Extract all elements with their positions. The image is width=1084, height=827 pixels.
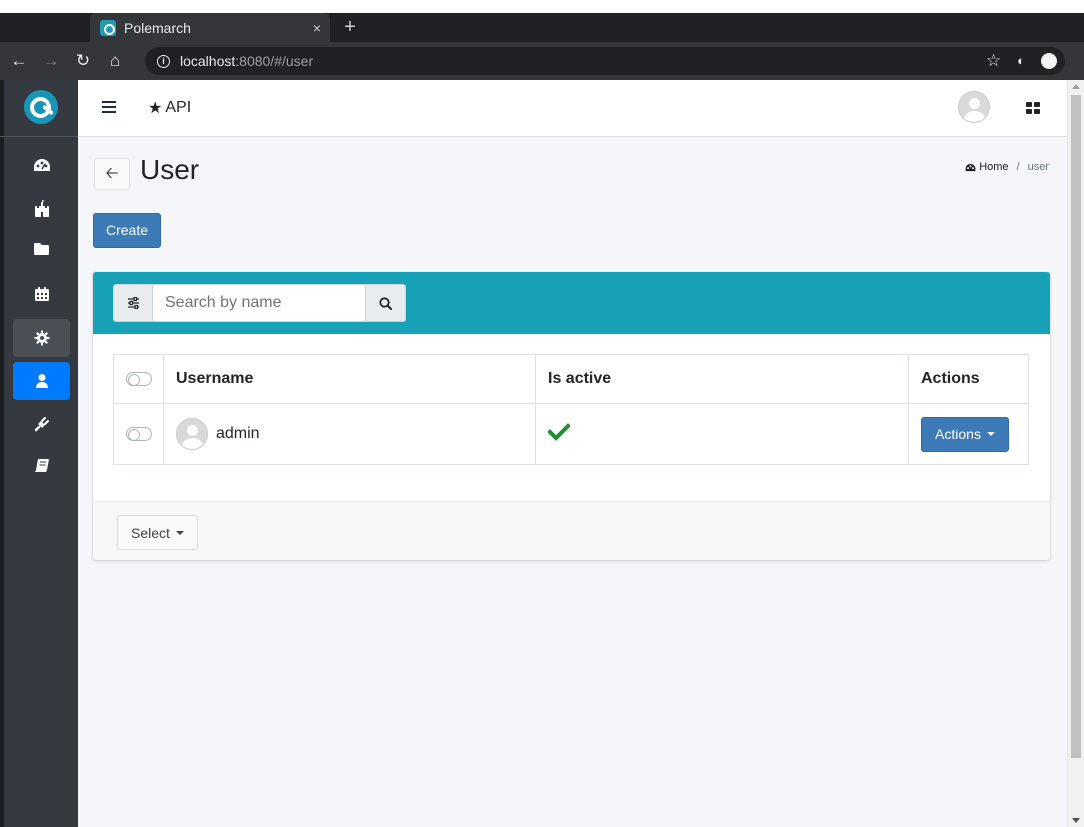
window-top-strip [0,0,1084,13]
scrollbar-thumb[interactable] [1071,95,1081,758]
table-row[interactable]: admin Actions [113,403,1029,465]
avatar [176,418,208,450]
sidebar-item-documentation[interactable] [13,446,70,484]
page-scrollbar[interactable] [1067,80,1084,827]
sidebar-item-plugins[interactable] [13,405,70,443]
sliders-icon [127,297,139,309]
card-header [93,272,1050,334]
castle-icon [34,199,49,217]
home-icon[interactable]: ⌂ [102,48,128,74]
star-icon: ★ [148,100,163,117]
caret-down-icon [986,432,995,436]
apps-grid-icon[interactable] [1026,102,1040,114]
search-button[interactable] [366,284,406,322]
row-select-toggle[interactable] [126,427,152,441]
filter-button[interactable] [113,284,153,322]
scroll-up-arrow-icon[interactable] [1072,84,1080,89]
search-icon [379,296,392,310]
row-select-cell [113,403,164,465]
app: ★ API 🡠 User Home / user Create Search b… [0,80,1084,827]
checkmark-icon [547,422,571,441]
sidebar-item-inventories[interactable] [13,230,70,268]
folder-icon [34,243,49,255]
page-title: User [140,154,200,185]
search-group [113,284,406,322]
sidebar [0,80,78,827]
tab-title: Polemarch [124,19,191,36]
calendar-icon [34,287,49,301]
main-header: ★ API [78,80,1067,137]
polemarch-logo-icon [24,90,58,124]
sidebar-edge [0,80,4,827]
incognito-icon[interactable]: ◐ [1017,51,1025,71]
user-avatar[interactable] [958,91,990,123]
sidebar-item-users[interactable] [13,362,70,400]
search-input[interactable] [153,284,366,322]
column-header-username[interactable]: Username [163,354,536,404]
tab-close-icon[interactable]: × [304,20,330,36]
users-card: Username Is active Actions admin [93,272,1050,560]
browser-tab[interactable]: Polemarch × [90,13,330,42]
card-footer: Select [93,501,1050,560]
reload-icon[interactable]: ↻ [70,48,96,74]
users-table: Username Is active Actions admin Actions [113,354,1029,465]
back-button[interactable]: 🡠 [94,158,130,190]
breadcrumb-separator: / [1016,161,1020,173]
user-icon [35,374,48,388]
breadcrumb-home-label: Home [979,161,1009,173]
menu-toggle-icon[interactable] [102,101,116,113]
row-actions-button[interactable]: Actions [921,416,1009,452]
book-icon [34,458,49,472]
sidebar-item-dashboard[interactable] [13,146,70,184]
select-label: Select [131,524,170,541]
table-header-row: Username Is active Actions [113,354,1029,404]
plug-icon [34,417,49,432]
scroll-down-arrow-icon[interactable] [1072,818,1080,823]
browser-toolbar: ← → ↻ ⌂ i localhost:8080/#/user ☆ ◐ [0,42,1084,80]
new-tab-button[interactable]: + [340,16,360,38]
username-cell: admin [163,403,536,465]
brand-link[interactable] [0,80,78,137]
url-host: localhost [180,53,236,69]
create-button[interactable]: Create [93,213,161,248]
sidebar-item-schedule[interactable] [13,275,70,313]
is-active-cell [535,403,909,465]
column-header-is-active[interactable]: Is active [535,354,909,404]
column-header-actions: Actions [908,354,1029,404]
dashboard-icon [33,159,50,171]
profile-icon[interactable] [1041,53,1057,69]
main-content: ★ API 🡠 User Home / user Create Search b… [78,80,1067,827]
back-arrow-icon[interactable]: ← [6,48,32,74]
caret-down-icon [175,530,184,535]
actions-cell: Actions [908,403,1029,465]
api-link[interactable]: ★ API [148,98,191,118]
username-text[interactable]: admin [216,425,260,443]
site-info-icon[interactable]: i [157,54,170,68]
bookmark-star-icon[interactable]: ☆ [986,51,1001,71]
breadcrumb-home[interactable]: Home [965,161,1009,173]
row-actions-label: Actions [935,426,981,442]
url-path: :8080/#/user [235,53,314,69]
forward-arrow-icon[interactable]: → [38,48,64,74]
select-all-toggle[interactable] [126,372,152,386]
dashboard-icon [965,163,976,171]
select-dropdown-button[interactable]: Select [117,515,198,550]
gear-icon [34,330,49,346]
browser-tabstrip: Polemarch × + [0,13,1084,42]
breadcrumb-current: user [1027,161,1049,173]
polemarch-favicon-icon [100,19,116,36]
address-bar[interactable]: i localhost:8080/#/user ☆ ◐ [145,47,1065,75]
breadcrumb: Home / user [965,161,1049,173]
sidebar-item-system[interactable] [13,319,70,357]
sidebar-item-projects[interactable] [13,189,70,227]
api-link-label: API [165,99,192,116]
select-all-cell [113,354,164,404]
